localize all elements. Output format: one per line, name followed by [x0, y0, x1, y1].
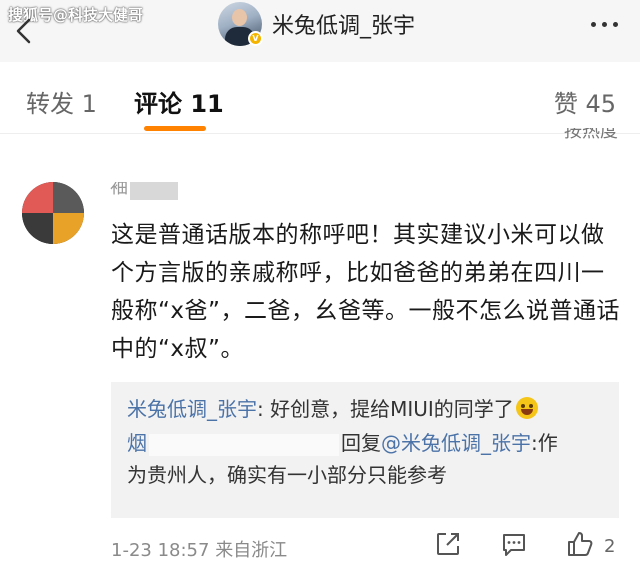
back-arrow-icon[interactable] [10, 16, 40, 46]
top-bar: 搜狐号@科技大健哥 V 米兔低调_张宇 [0, 0, 640, 62]
verified-badge-icon: V [248, 31, 263, 46]
reply-2-text-a: :作 [531, 431, 558, 455]
comment-item: 袖 这是普通话版本的称呼吧！其实建议小米可以做个方言版的亲戚称呼，比如爸爸的弟弟… [0, 160, 640, 573]
reply-2: 烟 回复@米兔低调_张宇:作 [127, 428, 558, 458]
comment-meta: 1-23 18:57 来自浙江 [111, 536, 287, 562]
tab-likes[interactable]: 赞 45 [554, 84, 616, 119]
sort-toggle[interactable]: 按热度 [564, 128, 618, 140]
reply-2-text-b: 为贵州人，确实有一小部分只能参考 [127, 463, 447, 487]
reply-1-author[interactable]: 米兔低调_张宇 [127, 397, 257, 421]
redacted-name [130, 182, 178, 200]
tab-repost[interactable]: 转发 1 [26, 84, 97, 119]
comment-timestamp: 1-23 18:57 [111, 540, 210, 561]
comment-body: 这是普通话版本的称呼吧！其实建议小米可以做个方言版的亲戚称呼，比如爸爸的弟弟在四… [111, 222, 620, 362]
tab-bar: 转发 1 评论 11 赞 45 [0, 62, 640, 134]
tab-comments[interactable]: 评论 11 [134, 84, 224, 119]
reply-1-text: : 好创意，提给MIUI的同学了 [257, 397, 514, 421]
commenter-avatar[interactable] [22, 182, 84, 244]
like-count: 2 [604, 536, 616, 557]
share-icon[interactable] [434, 530, 462, 558]
more-options-icon[interactable] [588, 12, 624, 32]
comment-location: 来自浙江 [215, 540, 288, 561]
page-title[interactable]: 米兔低调_张宇 [272, 8, 415, 40]
laughing-emoji-icon [515, 397, 538, 419]
commenter-name[interactable]: 袖 [110, 182, 128, 196]
redacted-name [149, 433, 339, 456]
reply-2-continued: 为贵州人，确实有一小部分只能参考 [127, 460, 447, 490]
active-tab-indicator [144, 126, 206, 131]
thumbs-up-icon[interactable] [566, 530, 594, 558]
comment-icon[interactable] [500, 530, 528, 558]
reply-1: 米兔低调_张宇: 好创意，提给MIUI的同学了 [127, 394, 538, 424]
reply-2-mention[interactable]: @米兔低调_张宇 [381, 431, 531, 455]
replies-box[interactable]: 米兔低调_张宇: 好创意，提给MIUI的同学了 烟 回复@米兔低调_张宇:作 为贵… [111, 382, 619, 518]
reply-2-author[interactable]: 烟 [127, 431, 147, 455]
reply-2-reply-word: 回复 [341, 431, 381, 455]
